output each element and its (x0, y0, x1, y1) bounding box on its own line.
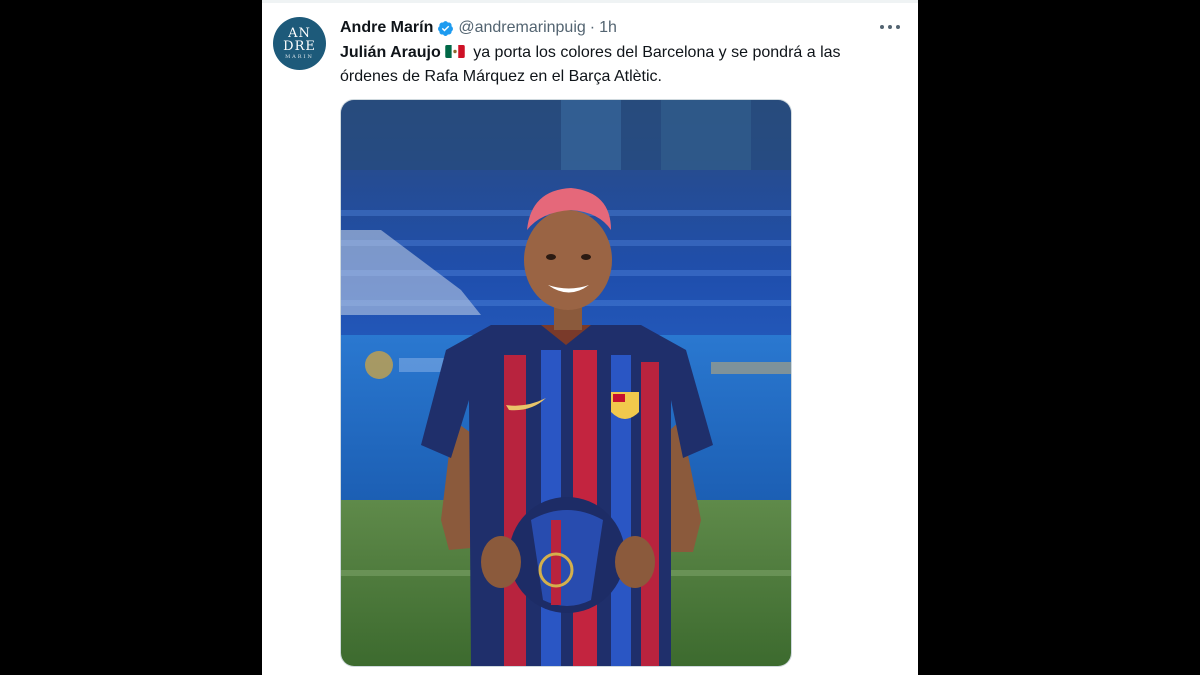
tweet-timestamp[interactable]: 1h (599, 19, 617, 37)
mexico-flag-icon (445, 45, 465, 58)
tweet-text: Julián Araujo ya porta los colores del B… (340, 41, 895, 89)
avatar[interactable]: AN DRE MARIN (273, 17, 326, 70)
more-dot (880, 25, 884, 29)
author-handle[interactable]: @andremarinpuig (458, 19, 585, 37)
avatar-text-line2: DRE (283, 39, 316, 54)
author-display-name[interactable]: Andre Marín (340, 19, 433, 37)
more-dot (896, 25, 900, 29)
more-dot (888, 25, 892, 29)
player-photo-illustration (341, 100, 791, 666)
tweet-card[interactable]: AN DRE MARIN Andre Marín @andremarinpuig… (262, 0, 918, 675)
tweet-header: Andre Marín @andremarinpuig · 1h (340, 17, 617, 39)
avatar-text-line3: MARIN (285, 54, 314, 60)
screen: AN DRE MARIN Andre Marín @andremarinpuig… (0, 0, 1200, 675)
more-options-icon[interactable] (880, 20, 900, 34)
separator-dot: · (589, 19, 596, 36)
tweet-mention-name: Julián Araujo (340, 44, 441, 61)
tweet-photo[interactable] (340, 99, 792, 667)
verified-badge-icon (438, 20, 454, 36)
